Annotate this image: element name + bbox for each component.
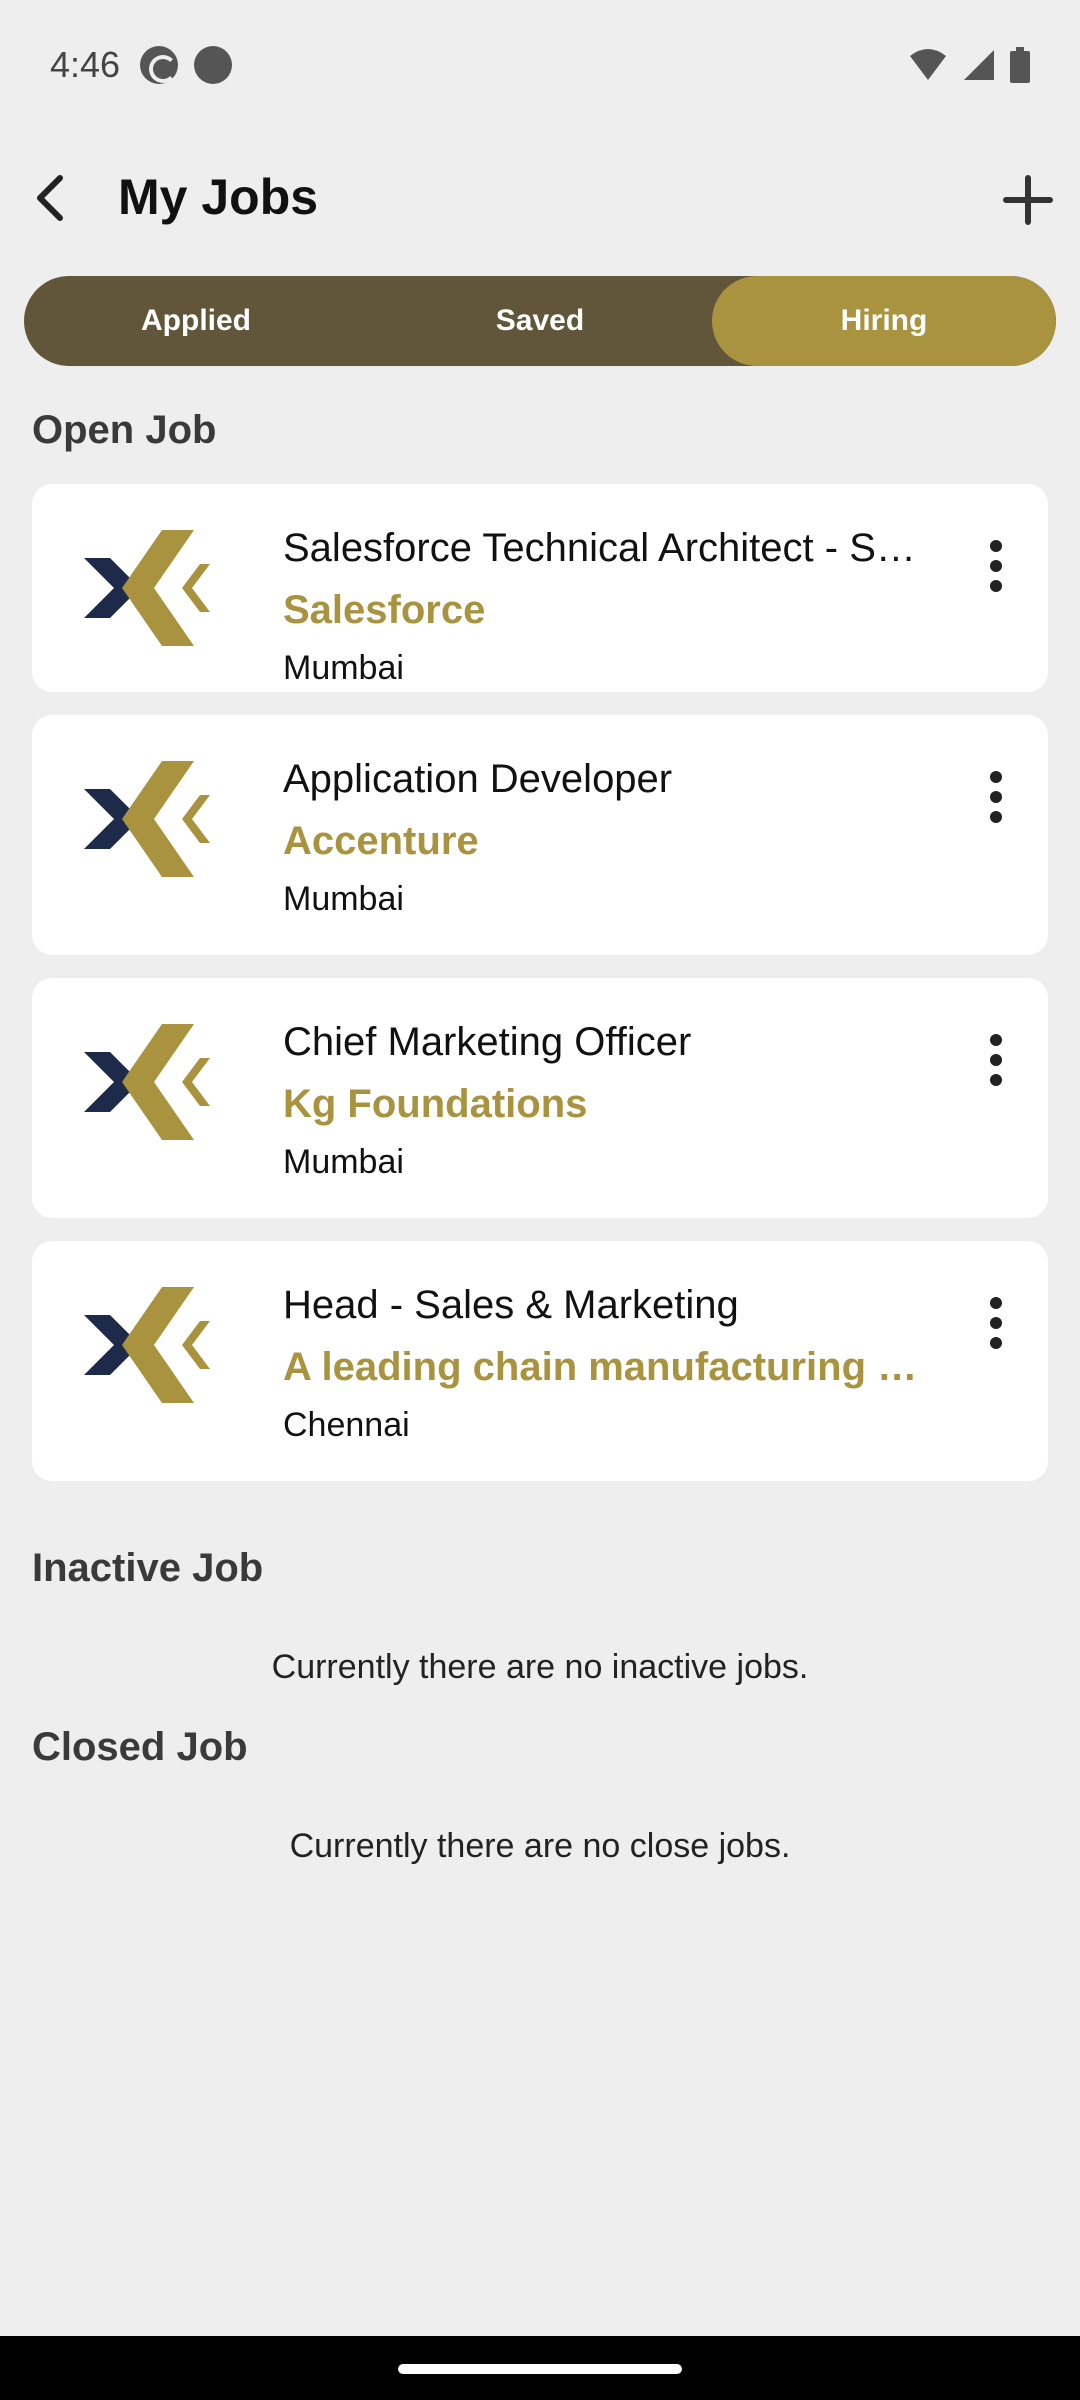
job-title: Chief Marketing Officer bbox=[283, 1020, 692, 1064]
job-info: Application Developer Accenture Mumbai bbox=[283, 753, 938, 921]
more-vert-icon bbox=[990, 540, 1002, 552]
tab-saved[interactable]: Saved bbox=[368, 276, 712, 366]
more-vert-icon bbox=[990, 1297, 1002, 1309]
more-vert-icon bbox=[990, 1034, 1002, 1046]
job-title: Salesforce Technical Architect - Salesfo… bbox=[283, 526, 938, 570]
job-location: Chennai bbox=[283, 1406, 410, 1444]
more-options-button[interactable] bbox=[976, 536, 1016, 596]
job-card[interactable]: Application Developer Accenture Mumbai bbox=[32, 715, 1048, 955]
system-icons bbox=[908, 47, 1030, 83]
app-bar: My Jobs bbox=[0, 150, 1080, 246]
job-company: Kg Foundations bbox=[283, 1082, 588, 1126]
job-company: A leading chain manufacturing company bbox=[283, 1345, 938, 1389]
job-tabs: Applied Saved Hiring bbox=[24, 276, 1056, 366]
inactive-empty-message: Currently there are no inactive jobs. bbox=[271, 1648, 809, 1686]
company-logo-icon bbox=[84, 530, 210, 646]
company-logo-icon bbox=[84, 761, 210, 877]
signal-icon bbox=[964, 50, 994, 80]
job-card[interactable]: Chief Marketing Officer Kg Foundations M… bbox=[32, 978, 1048, 1218]
closed-job-heading: Closed Job bbox=[32, 1725, 248, 1769]
company-logo-icon bbox=[84, 1024, 210, 1140]
job-info: Head - Sales & Marketing A leading chain… bbox=[283, 1279, 938, 1447]
job-info: Salesforce Technical Architect - Salesfo… bbox=[283, 522, 938, 690]
arrow-back-icon bbox=[37, 175, 63, 221]
more-options-button[interactable] bbox=[976, 1030, 1016, 1090]
job-location: Mumbai bbox=[283, 1143, 404, 1181]
job-card[interactable]: Head - Sales & Marketing A leading chain… bbox=[32, 1241, 1048, 1481]
page-title: My Jobs bbox=[118, 169, 319, 225]
notification-dot-icon bbox=[194, 46, 233, 84]
inactive-job-heading: Inactive Job bbox=[32, 1546, 264, 1590]
back-button[interactable] bbox=[22, 168, 82, 228]
tab-hiring[interactable]: Hiring bbox=[712, 276, 1056, 366]
more-vert-icon bbox=[990, 771, 1002, 783]
plus-icon bbox=[1003, 175, 1053, 225]
job-info: Chief Marketing Officer Kg Foundations M… bbox=[283, 1016, 938, 1184]
sync-icon bbox=[140, 46, 179, 84]
status-time: 4:46 bbox=[50, 44, 121, 85]
company-logo-icon bbox=[84, 1287, 210, 1403]
notification-icons bbox=[140, 46, 233, 84]
battery-icon bbox=[1010, 47, 1030, 83]
closed-empty-message: Currently there are no close jobs. bbox=[289, 1827, 791, 1865]
system-nav-bar bbox=[0, 2336, 1080, 2400]
job-company: Accenture bbox=[283, 819, 479, 863]
job-title: Application Developer bbox=[283, 757, 673, 801]
job-location: Mumbai bbox=[283, 880, 404, 918]
home-gesture-handle[interactable] bbox=[398, 2364, 682, 2374]
open-job-heading: Open Job bbox=[32, 408, 217, 452]
status-bar: 4:46 bbox=[0, 0, 1080, 130]
more-options-button[interactable] bbox=[976, 767, 1016, 827]
wifi-icon bbox=[910, 49, 946, 80]
job-title: Head - Sales & Marketing bbox=[283, 1283, 739, 1327]
job-location: Mumbai bbox=[283, 649, 404, 687]
add-job-button[interactable] bbox=[996, 168, 1060, 232]
tab-applied[interactable]: Applied bbox=[24, 276, 368, 366]
job-card[interactable]: Salesforce Technical Architect - Salesfo… bbox=[32, 484, 1048, 692]
more-options-button[interactable] bbox=[976, 1293, 1016, 1353]
job-company: Salesforce bbox=[283, 588, 486, 632]
